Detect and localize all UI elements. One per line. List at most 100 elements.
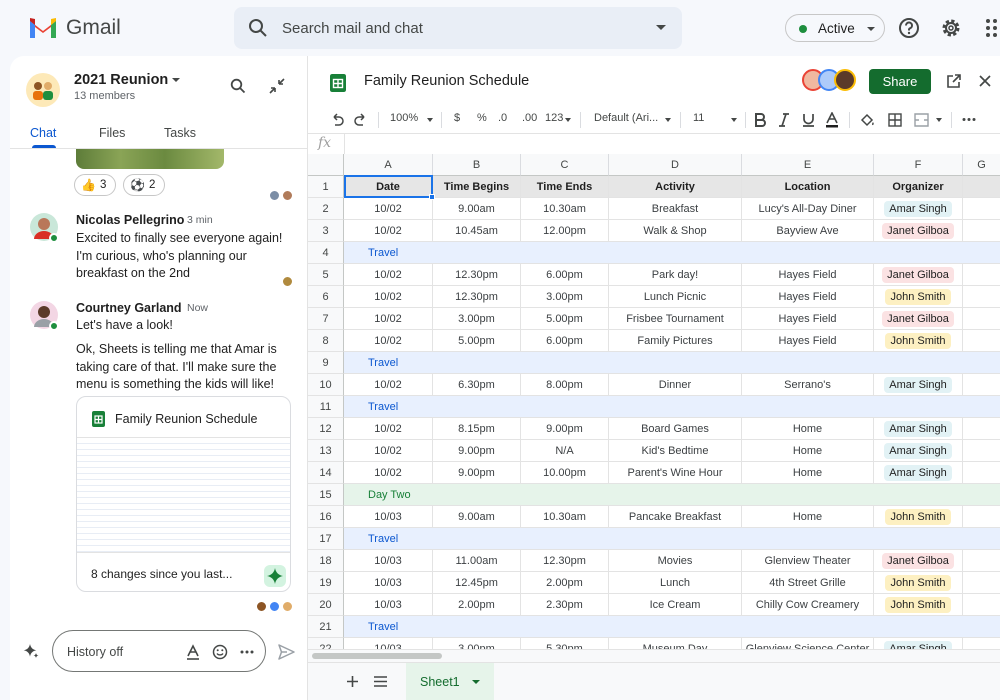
row-header[interactable]: 5 <box>308 264 344 286</box>
row-header[interactable]: 2 <box>308 198 344 220</box>
table-cell[interactable]: Time Begins <box>433 176 521 198</box>
row-header[interactable]: 8 <box>308 330 344 352</box>
table-cell[interactable] <box>963 418 1000 440</box>
table-cell[interactable]: 9.00am <box>433 506 521 528</box>
table-cell[interactable]: Home <box>742 462 874 484</box>
row-header[interactable]: 13 <box>308 440 344 462</box>
table-cell[interactable]: Lucy's All-Day Diner <box>742 198 874 220</box>
more-options-icon[interactable] <box>962 117 976 122</box>
table-cell[interactable] <box>963 440 1000 462</box>
table-cell[interactable] <box>963 198 1000 220</box>
sparkle-icon[interactable] <box>22 642 40 660</box>
table-cell[interactable]: Janet Gilboa <box>874 550 963 572</box>
organizer-chip[interactable]: Amar Singh <box>884 201 952 217</box>
apps-grid-icon[interactable] <box>984 17 1000 39</box>
organizer-chip[interactable]: John Smith <box>885 333 951 349</box>
table-cell[interactable]: Amar Singh <box>874 418 963 440</box>
table-cell[interactable]: 10/02 <box>344 418 433 440</box>
table-cell[interactable] <box>963 594 1000 616</box>
table-cell[interactable]: Amar Singh <box>874 638 963 649</box>
table-cell[interactable]: Amar Singh <box>874 462 963 484</box>
percent-format-button[interactable]: % <box>477 112 487 124</box>
table-cell[interactable]: 10/02 <box>344 308 433 330</box>
column-header-e[interactable]: E <box>742 154 874 176</box>
table-cell[interactable]: 10/03 <box>344 638 433 649</box>
organizer-chip[interactable]: Amar Singh <box>884 641 952 649</box>
table-cell[interactable]: 10/02 <box>344 220 433 242</box>
table-cell[interactable]: 10/03 <box>344 572 433 594</box>
table-cell[interactable]: 10.30am <box>521 198 609 220</box>
organizer-chip[interactable]: Amar Singh <box>884 421 952 437</box>
font-family-select[interactable]: Default (Ari... <box>594 112 658 124</box>
table-cell[interactable]: Hayes Field <box>742 264 874 286</box>
tab-sheet1[interactable]: Sheet1 <box>406 663 494 700</box>
column-header-g[interactable]: G <box>963 154 1000 176</box>
table-cell[interactable] <box>963 374 1000 396</box>
table-cell[interactable]: Home <box>742 418 874 440</box>
organizer-chip[interactable]: John Smith <box>885 597 951 613</box>
select-all-corner[interactable] <box>308 154 344 176</box>
table-cell[interactable]: 12.30pm <box>433 264 521 286</box>
table-cell[interactable]: Glenview Theater <box>742 550 874 572</box>
italic-icon[interactable] <box>778 113 790 127</box>
row-header[interactable]: 11 <box>308 396 344 418</box>
table-cell[interactable]: 12.30pm <box>433 286 521 308</box>
table-cell[interactable]: 5.00pm <box>433 330 521 352</box>
table-cell[interactable]: 6.30pm <box>433 374 521 396</box>
table-cell[interactable]: Chilly Cow Creamery <box>742 594 874 616</box>
zoom-select[interactable]: 100% <box>390 112 418 124</box>
table-cell[interactable]: John Smith <box>874 594 963 616</box>
table-cell[interactable] <box>963 330 1000 352</box>
more-options-icon[interactable] <box>239 644 255 660</box>
row-header[interactable]: 12 <box>308 418 344 440</box>
table-cell[interactable]: John Smith <box>874 572 963 594</box>
table-cell[interactable]: 9.00pm <box>521 418 609 440</box>
gear-icon[interactable] <box>940 17 962 39</box>
table-cell[interactable]: Amar Singh <box>874 198 963 220</box>
row-header[interactable]: 4 <box>308 242 344 264</box>
table-cell[interactable]: 10.00pm <box>521 462 609 484</box>
increase-decimal-button[interactable]: .00 <box>522 112 537 124</box>
search-icon[interactable] <box>248 18 268 38</box>
table-cell[interactable]: 6.00pm <box>521 264 609 286</box>
document-title[interactable]: Family Reunion Schedule <box>364 73 529 89</box>
fill-color-icon[interactable] <box>860 113 875 127</box>
table-cell[interactable]: 12.45pm <box>433 572 521 594</box>
table-cell[interactable]: Activity <box>609 176 742 198</box>
table-cell[interactable]: Lunch <box>609 572 742 594</box>
table-cell[interactable]: 10/02 <box>344 198 433 220</box>
table-cell[interactable]: 3.00pm <box>521 286 609 308</box>
table-cell[interactable]: Breakfast <box>609 198 742 220</box>
horizontal-scrollbar[interactable] <box>308 649 1000 662</box>
table-cell[interactable]: 10/03 <box>344 594 433 616</box>
tab-tasks[interactable]: Tasks <box>164 126 196 140</box>
collaborator-avatar[interactable] <box>834 69 856 91</box>
table-cell[interactable]: 5.00pm <box>521 308 609 330</box>
table-cell[interactable]: Frisbee Tournament <box>609 308 742 330</box>
table-cell[interactable]: 10.30am <box>521 506 609 528</box>
tab-chat[interactable]: Chat <box>30 126 56 140</box>
table-cell[interactable]: 2.00pm <box>433 594 521 616</box>
table-cell[interactable] <box>963 638 1000 649</box>
search-options-caret-icon[interactable] <box>656 25 666 30</box>
shared-photo[interactable] <box>76 149 224 169</box>
row-header[interactable]: 21 <box>308 616 344 638</box>
column-header-d[interactable]: D <box>609 154 742 176</box>
chevron-down-icon[interactable] <box>665 118 671 122</box>
undo-icon[interactable] <box>330 113 344 127</box>
table-cell[interactable] <box>963 462 1000 484</box>
search-bar[interactable] <box>234 7 682 49</box>
message-composer[interactable] <box>52 630 266 672</box>
help-icon[interactable] <box>898 17 920 39</box>
table-cell[interactable]: 10/02 <box>344 264 433 286</box>
table-cell[interactable]: 9.00pm <box>433 440 521 462</box>
row-header[interactable]: 19 <box>308 572 344 594</box>
table-cell[interactable]: Pancake Breakfast <box>609 506 742 528</box>
organizer-chip[interactable]: Amar Singh <box>884 377 952 393</box>
table-cell[interactable]: Board Games <box>609 418 742 440</box>
text-format-icon[interactable] <box>185 644 201 660</box>
table-cell[interactable]: Amar Singh <box>874 440 963 462</box>
table-cell[interactable]: 2.30pm <box>521 594 609 616</box>
bold-icon[interactable] <box>754 113 767 127</box>
table-cell[interactable]: 2.00pm <box>521 572 609 594</box>
